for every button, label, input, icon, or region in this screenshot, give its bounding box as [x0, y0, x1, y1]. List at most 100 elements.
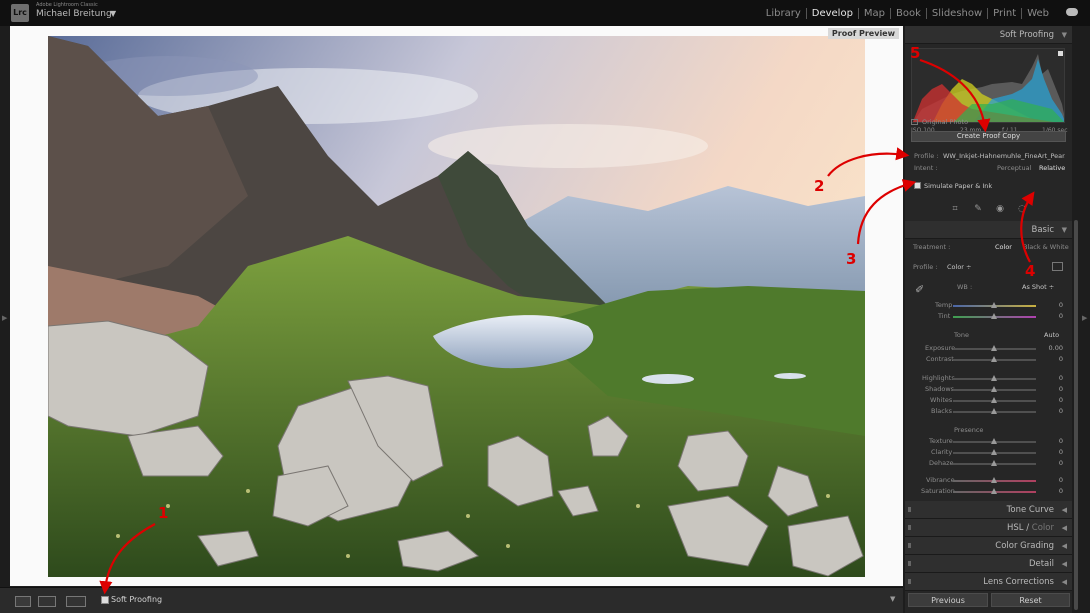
right-panel-scrollbar[interactable] [1074, 220, 1078, 610]
slider-knob[interactable] [991, 386, 997, 392]
saturation-value[interactable]: 0 [1045, 487, 1063, 495]
expand-left-panel-icon[interactable]: ▶ [2, 314, 7, 322]
module-slideshow[interactable]: Slideshow [927, 0, 987, 26]
before-after-view-icon[interactable] [38, 596, 56, 607]
contrast-value[interactable]: 0 [1045, 355, 1063, 363]
slider-knob[interactable] [991, 449, 997, 455]
blacks-slider[interactable] [953, 408, 1036, 414]
panel-switch-icon[interactable] [908, 579, 911, 584]
hsl-color-title[interactable]: Color [1032, 523, 1054, 533]
contrast-slider[interactable] [953, 356, 1036, 362]
slider-knob[interactable] [991, 438, 997, 444]
identity-plate[interactable]: Michael Breitung [36, 9, 112, 19]
panel-switch-icon[interactable] [908, 507, 911, 512]
slider-knob[interactable] [991, 302, 997, 308]
soft-proofing-checkbox[interactable] [101, 596, 109, 604]
expand-triangle-icon[interactable]: ◀ [1062, 519, 1067, 537]
shadows-value[interactable]: 0 [1045, 385, 1063, 393]
temp-slider[interactable] [953, 302, 1036, 308]
create-proof-copy-button[interactable]: Create Proof Copy [911, 131, 1066, 142]
toolbar-menu-caret-icon[interactable]: ▼ [890, 595, 895, 603]
module-develop[interactable]: Develop [807, 0, 858, 26]
loupe-view-icon[interactable] [15, 596, 31, 607]
intent-perceptual[interactable]: Perceptual [997, 164, 1031, 172]
intent-relative[interactable]: Relative [1039, 164, 1065, 172]
vibrance-slider[interactable] [953, 477, 1036, 483]
panel-switch-icon[interactable] [908, 543, 911, 548]
panel-switch-icon[interactable] [908, 525, 911, 530]
expand-triangle-icon[interactable]: ◀ [1062, 501, 1067, 519]
detail-header[interactable]: Detail ◀ [905, 555, 1072, 573]
proof-profile-dropdown[interactable]: WW_Inkjet-Hahnemuhle_FineArt_Pear... [943, 152, 1065, 160]
landscape-photo[interactable] [48, 36, 865, 577]
tone-curve-header[interactable]: Tone Curve ◀ [905, 501, 1072, 519]
hsl-header[interactable]: HSL / Color ◀ [905, 519, 1072, 537]
dehaze-value[interactable]: 0 [1045, 459, 1063, 467]
highlights-slider[interactable] [953, 375, 1036, 381]
clarity-value[interactable]: 0 [1045, 448, 1063, 456]
histogram[interactable] [911, 48, 1065, 123]
dehaze-slider[interactable] [953, 460, 1036, 466]
left-panel-collapsed[interactable] [0, 26, 10, 586]
texture-value[interactable]: 0 [1045, 437, 1063, 445]
wb-selector-eyedropper-icon[interactable]: ✐ [915, 283, 929, 297]
reset-button[interactable]: Reset [991, 593, 1070, 607]
treatment-bw[interactable]: Black & White [1023, 243, 1069, 251]
slider-knob[interactable] [991, 408, 997, 414]
hsl-title[interactable]: HSL [1007, 523, 1024, 533]
tint-slider[interactable] [953, 313, 1036, 319]
panel-switch-icon[interactable] [908, 561, 911, 566]
module-print[interactable]: Print [988, 0, 1021, 26]
masking-icon[interactable]: ◌ [1017, 204, 1027, 214]
treatment-color[interactable]: Color [995, 243, 1012, 251]
simulate-paper-checkbox[interactable] [914, 182, 921, 189]
module-web[interactable]: Web [1022, 0, 1054, 26]
auto-tone-button[interactable]: Auto [1044, 331, 1059, 339]
module-map[interactable]: Map [859, 0, 890, 26]
whites-slider[interactable] [953, 397, 1036, 403]
basic-profile-dropdown[interactable]: Color ÷ [947, 263, 971, 271]
module-book[interactable]: Book [891, 0, 926, 26]
blacks-value[interactable]: 0 [1045, 407, 1063, 415]
collapse-triangle-icon[interactable]: ▼ [1062, 221, 1067, 239]
soft-proofing-header[interactable]: Soft Proofing ▼ [905, 26, 1072, 44]
texture-slider[interactable] [953, 438, 1036, 444]
expand-triangle-icon[interactable]: ◀ [1062, 537, 1067, 555]
cloud-sync-icon[interactable] [1066, 8, 1078, 16]
slider-knob[interactable] [991, 477, 997, 483]
identity-caret-icon[interactable]: ▼ [110, 9, 116, 18]
red-eye-icon[interactable]: ◉ [995, 204, 1005, 214]
slider-knob[interactable] [991, 488, 997, 494]
healing-icon[interactable]: ✎ [973, 204, 983, 214]
lens-corrections-header[interactable]: Lens Corrections ◀ [905, 573, 1072, 591]
clarity-slider[interactable] [953, 449, 1036, 455]
slider-knob[interactable] [991, 345, 997, 351]
profile-browser-grid-icon[interactable] [1052, 262, 1063, 271]
basic-header[interactable]: Basic ▼ [905, 221, 1072, 239]
module-library[interactable]: Library [761, 0, 806, 26]
slider-knob[interactable] [991, 356, 997, 362]
color-grading-header[interactable]: Color Grading ◀ [905, 537, 1072, 555]
tint-value[interactable]: 0 [1045, 312, 1063, 320]
exposure-slider[interactable] [953, 345, 1036, 351]
collapse-triangle-icon[interactable]: ▼ [1062, 26, 1067, 44]
whites-value[interactable]: 0 [1045, 396, 1063, 404]
slider-knob[interactable] [991, 397, 997, 403]
expand-triangle-icon[interactable]: ◀ [1062, 573, 1067, 591]
saturation-slider[interactable] [953, 488, 1036, 494]
temp-value[interactable]: 0 [1045, 301, 1063, 309]
before-after-swap-icon[interactable] [66, 596, 86, 607]
slider-knob[interactable] [991, 460, 997, 466]
exposure-value[interactable]: 0.00 [1041, 344, 1063, 352]
vibrance-value[interactable]: 0 [1045, 476, 1063, 484]
slider-knob[interactable] [991, 375, 997, 381]
crop-icon[interactable]: ⌗ [950, 204, 960, 214]
slider-knob[interactable] [991, 313, 997, 319]
highlights-value[interactable]: 0 [1045, 374, 1063, 382]
expand-triangle-icon[interactable]: ◀ [1062, 555, 1067, 573]
wb-dropdown[interactable]: As Shot ÷ [1022, 283, 1054, 291]
previous-button[interactable]: Previous [908, 593, 988, 607]
collapse-right-panel-icon[interactable]: ▶ [1082, 314, 1087, 322]
shadows-slider[interactable] [953, 386, 1036, 392]
image-canvas[interactable]: Proof Preview [10, 26, 903, 586]
